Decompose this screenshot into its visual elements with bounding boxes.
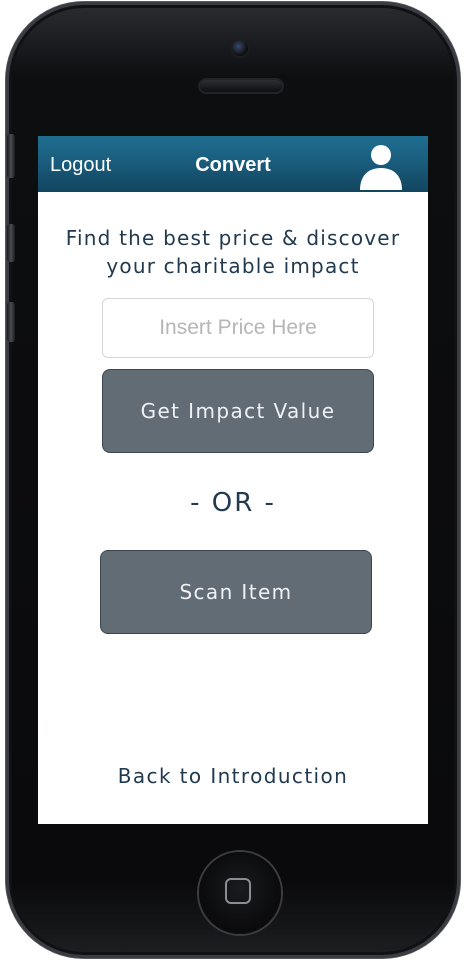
home-button[interactable] xyxy=(199,852,281,934)
back-to-introduction-link[interactable]: Back to Introduction xyxy=(38,764,428,788)
logout-button[interactable]: Logout xyxy=(50,154,111,177)
page-title: Convert xyxy=(195,154,271,176)
tagline: Find the best price & discover your char… xyxy=(65,226,401,278)
earpiece-speaker xyxy=(200,80,282,92)
user-silhouette-icon[interactable] xyxy=(356,140,406,190)
home-square-icon xyxy=(225,878,251,904)
or-separator: - OR - xyxy=(190,488,276,518)
mute-switch xyxy=(7,134,15,178)
front-camera xyxy=(232,40,248,56)
price-input[interactable] xyxy=(102,298,374,358)
volume-up-button xyxy=(7,224,15,262)
volume-down-button xyxy=(7,302,15,342)
scan-item-button[interactable]: Scan Item xyxy=(100,550,372,634)
nav-bar: Logout Convert xyxy=(38,136,428,192)
get-impact-value-button[interactable]: Get Impact Value xyxy=(102,369,374,453)
app-screen: Logout Convert Find the best price & dis… xyxy=(38,136,428,824)
page: Logout Convert Find the best price & dis… xyxy=(0,0,466,960)
